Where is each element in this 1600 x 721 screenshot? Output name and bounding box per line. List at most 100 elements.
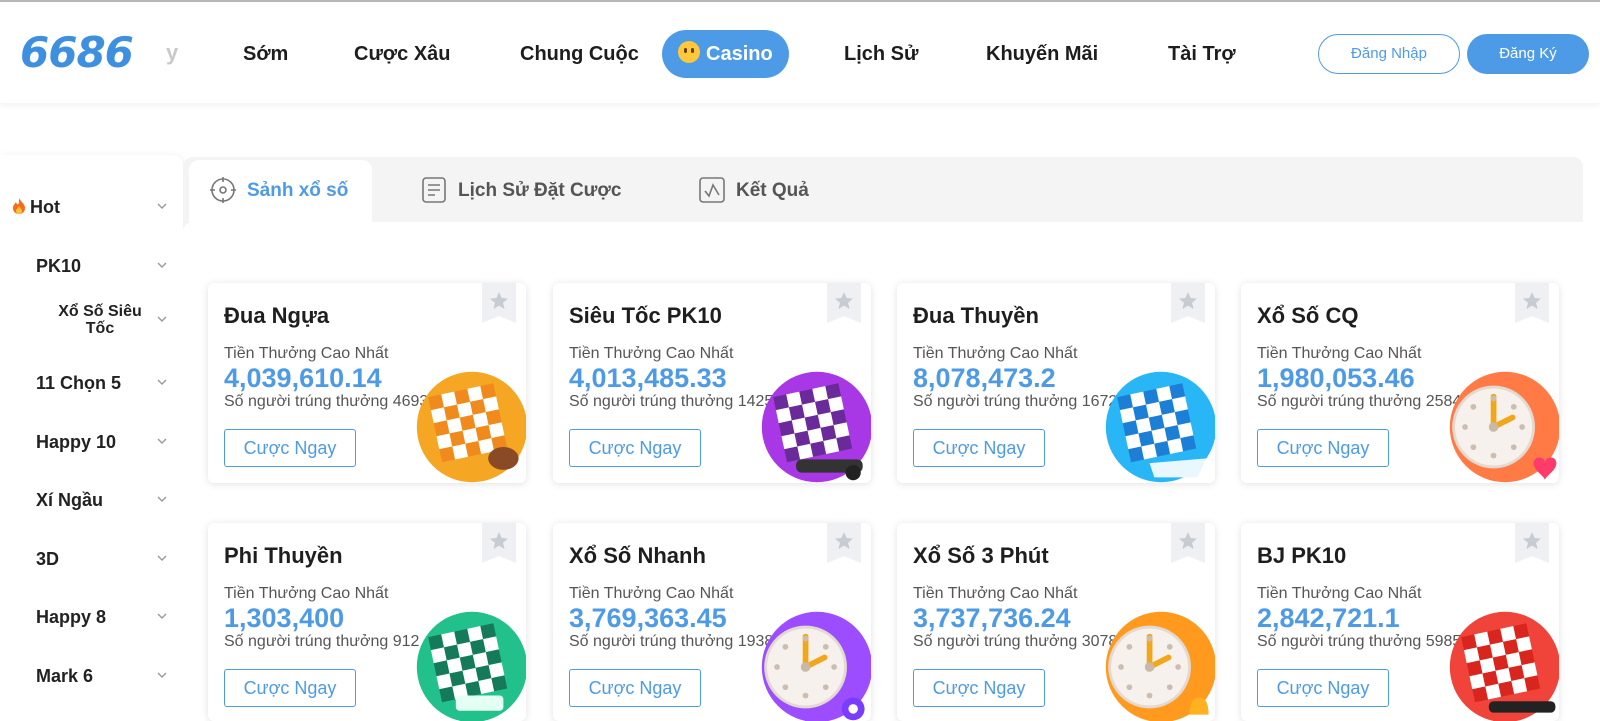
chevron-down-icon	[157, 438, 167, 444]
sidebar-item-label: Happy 10	[36, 432, 117, 452]
sidebar-item-11-chon-5[interactable]: 11 Chọn 5	[0, 362, 183, 402]
sidebar-item-text: Hot	[30, 197, 60, 217]
flame-icon	[13, 198, 25, 214]
sidebar-item-pk10[interactable]: PK10	[0, 245, 183, 285]
bet-now-button[interactable]: Cược Ngay	[1257, 429, 1389, 467]
ship-flag-icon	[416, 611, 526, 721]
sidebar-item-label: Hot	[12, 197, 60, 218]
game-card[interactable]: Xổ Số CQ Tiền Thưởng Cao Nhất 1,980,053.…	[1241, 283, 1559, 483]
sidebar-item-xi-ngau[interactable]: Xí Ngầu	[0, 479, 183, 519]
bet-now-button[interactable]: Cược Ngay	[913, 669, 1045, 707]
sidebar-item-label: Happy 8	[36, 607, 107, 627]
prize-amount: 8,078,473.2	[913, 363, 1056, 393]
game-card[interactable]: Xổ Số 3 Phút Tiền Thưởng Cao Nhất 3,737,…	[897, 523, 1215, 721]
smiley-emoji-icon	[678, 41, 700, 63]
prize-label: Tiền Thưởng Cao Nhất	[224, 585, 389, 602]
game-title: Siêu Tốc PK10	[569, 303, 722, 328]
bet-now-button[interactable]: Cược Ngay	[1257, 669, 1389, 707]
sidebar-item-label: Xí Ngầu	[36, 490, 104, 510]
register-button[interactable]: Đăng Ký	[1467, 34, 1589, 74]
chevron-down-icon	[157, 262, 167, 268]
sidebar-item-label: 3D	[36, 549, 60, 569]
target-icon	[210, 177, 236, 203]
nav-label: Casino	[706, 43, 773, 65]
nav-khuyen-mai[interactable]: Khuyến Mãi	[986, 30, 1098, 78]
prize-label: Tiền Thưởng Cao Nhất	[913, 585, 1078, 602]
chevron-down-icon	[157, 613, 167, 619]
nav-som[interactable]: Sớm	[243, 30, 288, 78]
game-title: Xổ Số 3 Phút	[913, 543, 1049, 568]
sidebar-item-label: 11 Chọn 5	[36, 373, 122, 393]
sidebar-item-happy-10[interactable]: Happy 10	[0, 421, 183, 461]
boat-flag-icon	[1105, 371, 1215, 483]
sidebar-item-label: Mark 6	[36, 666, 94, 686]
tab-lottery-hall[interactable]: Sảnh xổ số	[189, 160, 372, 222]
nav-label: Chung Cuộc	[520, 43, 639, 65]
chevron-down-icon	[157, 316, 167, 322]
winners-count: Số người trúng thưởng 1425	[569, 393, 774, 410]
tab-label: Kết Quả	[736, 180, 809, 201]
logo-ghost-text: y	[166, 40, 179, 65]
prize-amount: 3,769,363.45	[569, 603, 727, 633]
favorite-star-icon[interactable]	[482, 523, 516, 565]
winners-count: Số người trúng thưởng 3078	[913, 633, 1118, 650]
game-title: Xổ Số CQ	[1257, 303, 1359, 328]
game-card[interactable]: Đua Ngựa Tiền Thưởng Cao Nhất 4,039,610.…	[208, 283, 526, 483]
bet-now-button[interactable]: Cược Ngay	[569, 429, 701, 467]
nav-tai-tro[interactable]: Tài Trợ	[1168, 30, 1236, 78]
favorite-star-icon[interactable]	[1171, 283, 1205, 325]
sidebar-item-hot[interactable]: Hot	[0, 186, 183, 226]
bet-now-button[interactable]: Cược Ngay	[569, 669, 701, 707]
bet-now-button[interactable]: Cược Ngay	[224, 429, 356, 467]
sidebar-item-happy-8[interactable]: Happy 8	[0, 596, 183, 636]
sidebar-item-label: PK10	[36, 256, 82, 276]
prize-amount: 4,013,485.33	[569, 363, 727, 393]
clock-heart-icon	[1449, 371, 1559, 483]
game-card[interactable]: Đua Thuyền Tiền Thưởng Cao Nhất 8,078,47…	[897, 283, 1215, 483]
prize-label: Tiền Thưởng Cao Nhất	[1257, 585, 1422, 602]
prize-label: Tiền Thưởng Cao Nhất	[569, 585, 734, 602]
login-button[interactable]: Đăng Nhập	[1318, 34, 1460, 74]
game-card[interactable]: Siêu Tốc PK10 Tiền Thưởng Cao Nhất 4,013…	[553, 283, 871, 483]
prize-label: Tiền Thưởng Cao Nhất	[224, 345, 389, 362]
favorite-star-icon[interactable]	[827, 523, 861, 565]
favorite-star-icon[interactable]	[1171, 523, 1205, 565]
tab-label: Sảnh xổ số	[247, 180, 349, 201]
favorite-star-icon[interactable]	[1515, 283, 1549, 325]
game-title: Đua Ngựa	[224, 303, 330, 328]
prize-amount: 2,842,721.1	[1257, 603, 1400, 633]
prize-label: Tiền Thưởng Cao Nhất	[913, 345, 1078, 362]
chevron-down-icon	[157, 555, 167, 561]
nav-chung-cuoc[interactable]: Chung Cuộc	[520, 30, 639, 78]
tab-bet-history[interactable]: Lịch Sử Đặt Cược	[404, 160, 644, 222]
site-logo[interactable]: 6686	[20, 28, 134, 77]
game-title: Xổ Số Nhanh	[569, 543, 706, 568]
game-card[interactable]: BJ PK10 Tiền Thưởng Cao Nhất 2,842,721.1…	[1241, 523, 1559, 721]
nav-label: Lịch Sử	[844, 43, 919, 65]
sidebar-item-mark-6[interactable]: Mark 6	[0, 655, 183, 695]
clock-bell-icon	[1105, 611, 1215, 721]
prize-amount: 4,039,610.14	[224, 363, 382, 393]
bet-now-button[interactable]: Cược Ngay	[224, 669, 356, 707]
sidebar-item-3d[interactable]: 3D	[0, 538, 183, 578]
tab-results[interactable]: Kết Quả	[680, 160, 840, 222]
game-card[interactable]: Xổ Số Nhanh Tiền Thưởng Cao Nhất 3,769,3…	[553, 523, 871, 721]
nav-label: Khuyến Mãi	[986, 43, 1099, 65]
bet-now-button[interactable]: Cược Ngay	[913, 429, 1045, 467]
sidebar-item-xo-so-sieu-toc[interactable]: Xổ Số Siêu Tốc	[0, 301, 183, 341]
nav-casino[interactable]: Casino	[662, 30, 789, 78]
favorite-star-icon[interactable]	[827, 283, 861, 325]
winners-count: Số người trúng thưởng 912	[224, 633, 420, 650]
winners-count: Số người trúng thưởng 2584	[1257, 393, 1462, 410]
nav-cuoc-xau[interactable]: Cược Xâu	[354, 30, 451, 78]
game-title: BJ PK10	[1257, 543, 1347, 568]
favorite-star-icon[interactable]	[1515, 523, 1549, 565]
prize-amount: 3,737,736.24	[913, 603, 1071, 633]
winners-count: Số người trúng thưởng 1672	[913, 393, 1118, 410]
race-car-flag-icon	[761, 371, 871, 483]
favorite-star-icon[interactable]	[482, 283, 516, 325]
nav-lich-su[interactable]: Lịch Sử	[844, 30, 919, 78]
clock-flower-icon	[761, 611, 871, 721]
game-card[interactable]: Phi Thuyền Tiền Thưởng Cao Nhất 1,303,40…	[208, 523, 526, 721]
nav-label: Cược Xâu	[354, 43, 451, 65]
